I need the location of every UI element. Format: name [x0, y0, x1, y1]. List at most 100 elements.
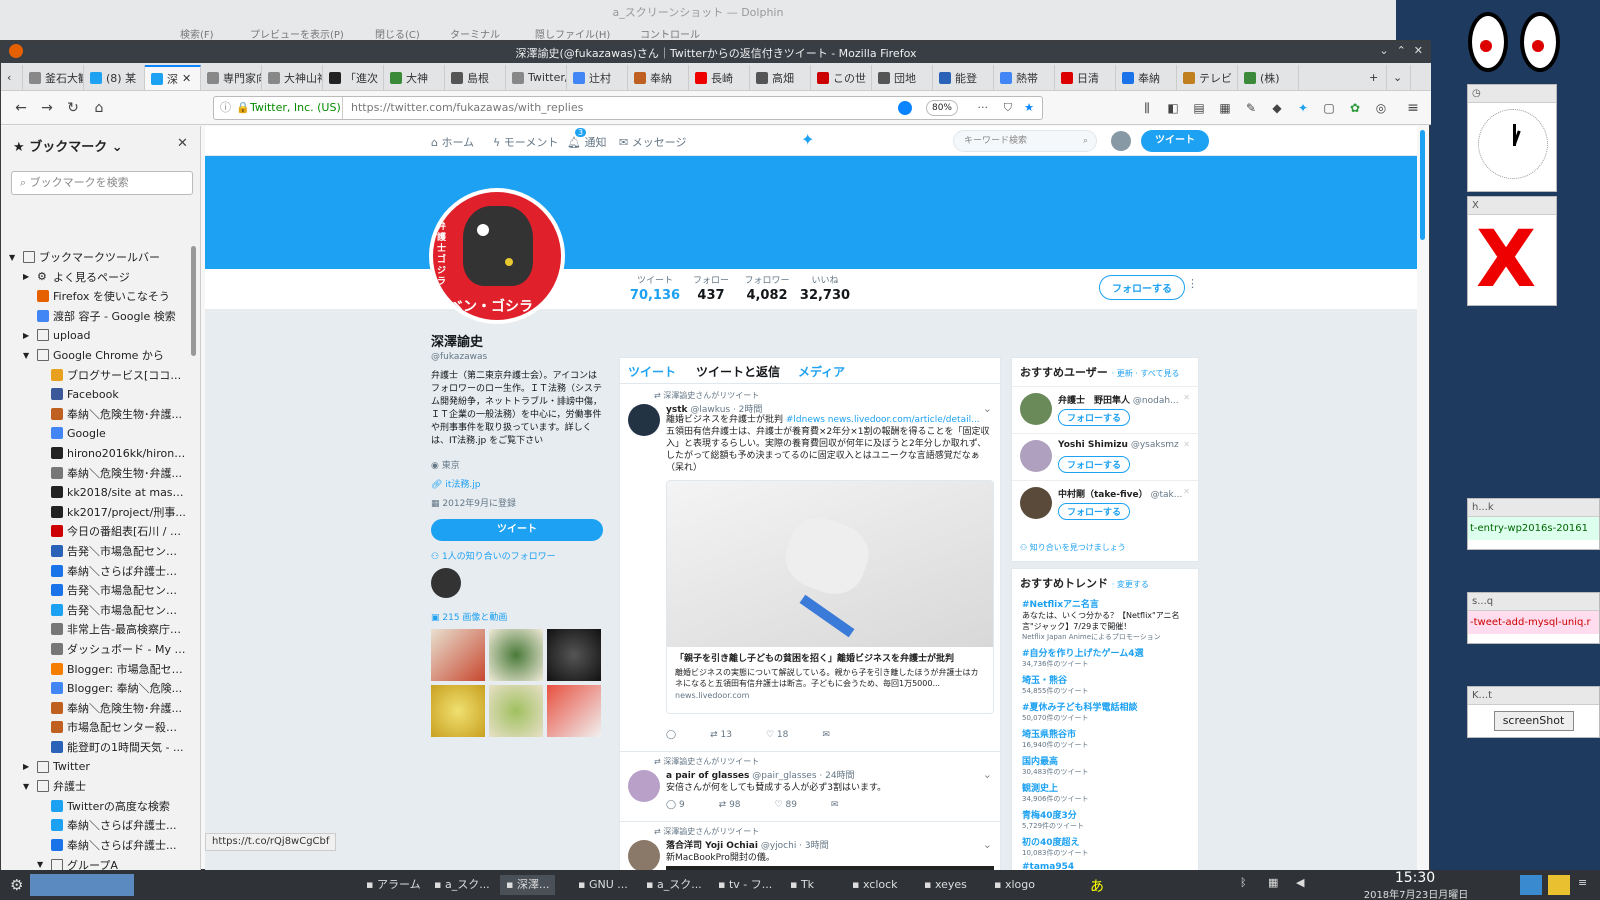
kde-menu-icon[interactable]: ⚙	[4, 875, 29, 895]
twisty-closed-icon[interactable]: ▶	[23, 762, 33, 771]
tweet-link[interactable]: #ldnews news.livedoor.com/article/detail…	[786, 415, 980, 425]
tab-media[interactable]: メディア	[798, 363, 845, 380]
profile-stat[interactable]: フォロワー 4,082	[739, 273, 795, 303]
browser-tab[interactable]: 奉納	[1116, 65, 1177, 90]
taskbar-task[interactable]: ▪ xeyes	[918, 875, 973, 895]
browser-tab[interactable]: 島根	[445, 65, 506, 90]
dolphin-toolbar-control[interactable]: コントロール	[640, 26, 700, 41]
tab-scroll-left-icon[interactable]: ‹	[1, 65, 23, 90]
suggested-user-avatar[interactable]	[1020, 393, 1052, 425]
profile-name[interactable]: 深澤諭史	[431, 331, 603, 350]
reply-icon[interactable]: ◯	[666, 730, 676, 740]
browser-tab[interactable]: 釜石大観	[23, 65, 84, 90]
suggested-user-name[interactable]: Yoshi Shimizu	[1058, 440, 1128, 450]
retweet-icon[interactable]: ⇄ 98	[719, 800, 741, 810]
bookmark-item[interactable]: 奉納＼危険生物･弁護...	[37, 699, 187, 717]
browser-tab[interactable]: 大神	[384, 65, 445, 90]
follow-profile-button[interactable]: フォローする	[1099, 275, 1185, 300]
bookmark-item[interactable]: Facebook	[37, 385, 187, 403]
bookmark-item[interactable]: 奉納＼さらば弁護士鉄...	[37, 562, 187, 580]
bookmark-item[interactable]: 奉納＼危険生物･弁護...	[37, 405, 187, 423]
twitter-search-icon[interactable]: ⌕	[1083, 131, 1088, 151]
link-card[interactable]: 「親子を引き離し子どもの貧困を招く」離婚ビジネスを弁護士が批判 離婚ビジネスの実…	[666, 480, 994, 714]
find-friends-text[interactable]: 知り合いを見つけましょう	[1030, 543, 1126, 552]
bookmark-item[interactable]: 非常上告-最高検察庁御...	[37, 620, 187, 638]
bookmark-folder[interactable]: ▶ Twitter	[23, 758, 187, 776]
trend-item[interactable]: #Netflixアニ名言 あなたは、いくつ分かる？【Netflix"アニ名言"ジャ…	[1022, 597, 1188, 642]
taskbar-task[interactable]: ▪ アラーム	[360, 875, 427, 895]
pocket-icon[interactable]: ⛉	[1004, 97, 1012, 119]
tweet[interactable]: ⇄ 深澤諭史さんがリツイート ystk @lawkus · 2時間 ⌄ 離婚ビジ…	[620, 384, 1000, 752]
tweet[interactable]: ⇄ 深澤諭史さんがリツイート a pair of glasses @pair_g…	[620, 752, 1000, 822]
browser-tab[interactable]: 深 ✕	[145, 65, 201, 90]
dm-icon[interactable]: ✉	[831, 800, 839, 810]
tracking-toggle-icon[interactable]	[898, 101, 912, 115]
close-window-icon[interactable]: ✕	[1414, 44, 1423, 57]
tweet-avatar[interactable]	[628, 770, 660, 802]
xclock-titlebar[interactable]: ◷	[1468, 85, 1556, 103]
taskbar-menu-icon[interactable]: ≡	[1578, 876, 1587, 889]
trend-name[interactable]: #夏休み子ども科学電話相談	[1022, 700, 1188, 713]
pen-icon[interactable]: ✎	[1241, 98, 1261, 118]
forward-icon[interactable]: →	[37, 98, 57, 118]
network-icon[interactable]: ▦	[1268, 876, 1278, 889]
trend-item[interactable]: #自分を作り上げたゲーム4選 34,736件のツイート	[1022, 646, 1188, 669]
trend-name[interactable]: #Netflixアニ名言	[1022, 597, 1188, 610]
tweet-avatar[interactable]	[628, 404, 660, 436]
taskbar-task[interactable]: ▪ 深澤...	[500, 875, 556, 895]
trend-item[interactable]: #夏休み子ども科学電話相談 50,070件のツイート	[1022, 700, 1188, 723]
bookmark-item[interactable]: ▶ ⚙ よく見るページ	[23, 268, 187, 286]
twitter-addon-icon[interactable]: ✦	[1293, 98, 1313, 118]
reply-icon[interactable]: ◯ 9	[666, 800, 685, 810]
mutual-text[interactable]: 1人の知り合いのフォロワー	[442, 552, 556, 562]
profile-stat[interactable]: フォロー 437	[683, 273, 739, 303]
bookmark-item[interactable]: kk2018/site at maste...	[37, 483, 187, 501]
close-tab-icon[interactable]: ✕	[182, 72, 191, 85]
twisty-open-icon[interactable]: ▼	[37, 860, 47, 869]
nav-notifications[interactable]: 🔔︎ 通知	[567, 134, 606, 150]
trend-item[interactable]: 国内最高 30,483件のツイート	[1022, 754, 1188, 777]
follow-button[interactable]: フォローする	[1058, 409, 1131, 426]
browser-tab[interactable]: (株)	[1238, 65, 1299, 90]
profile-avatar[interactable]: 弁護士ゴジラ ベン・ゴシラ	[429, 188, 565, 324]
evernote-icon[interactable]: ◆	[1267, 98, 1287, 118]
tab-tweets[interactable]: ツイート	[628, 363, 676, 380]
bookmark-item[interactable]: Blogger: 奉納＼危険...	[37, 679, 187, 697]
nav-moments[interactable]: ϟ モーメント	[493, 134, 558, 150]
trend-name[interactable]: 埼玉県熊谷市	[1022, 727, 1188, 740]
tweet-avatar[interactable]	[628, 840, 660, 871]
twisty-open-icon[interactable]: ▼	[23, 782, 33, 791]
tweet-menu-icon[interactable]: ⌄	[983, 768, 992, 781]
close-sidebar-icon[interactable]: ✕	[177, 136, 188, 151]
pager[interactable]	[30, 874, 134, 896]
browser-tab[interactable]: (8) 某	[84, 65, 145, 90]
tweet[interactable]: ⇄ 深澤諭史さんがリツイート 落合洋司 Yoji Ochiai @yjochi …	[620, 822, 1000, 871]
maximize-icon[interactable]: ⌃	[1397, 44, 1406, 57]
dm-icon[interactable]: ✉	[822, 730, 830, 740]
dolphin-toolbar-hidden[interactable]: 隠しファイル(H)	[535, 26, 610, 41]
media-thumb[interactable]	[489, 629, 543, 681]
bookmark-item[interactable]: 奉納＼さらば弁護士...	[37, 816, 187, 834]
mutual-follower-avatar[interactable]	[431, 568, 461, 598]
media-thumb[interactable]	[547, 685, 601, 737]
browser-tab[interactable]: 「進次	[323, 65, 384, 90]
suggested-user-avatar[interactable]	[1020, 487, 1052, 519]
info-icon[interactable]: ⓘ	[220, 97, 231, 119]
twitter-search-input[interactable]: キーワード検索 ⌕	[953, 130, 1097, 152]
screenshot-button[interactable]: screenShot	[1493, 711, 1574, 731]
tweet-menu-icon[interactable]: ⌄	[983, 838, 992, 851]
trend-name[interactable]: 観測史上	[1022, 781, 1188, 794]
trend-item[interactable]: 埼玉県熊谷市 16,940件のツイート	[1022, 727, 1188, 750]
green-addon-icon[interactable]: ✿	[1345, 98, 1365, 118]
bookmark-item[interactable]: Blogger: 市場急配セン...	[37, 660, 187, 678]
bookmark-folder[interactable]: ▶ upload	[23, 326, 187, 344]
dolphin-toolbar-search[interactable]: 検索(F)	[180, 26, 214, 41]
new-tab-icon[interactable]: +	[1363, 65, 1387, 90]
volume-icon[interactable]: ◀	[1296, 876, 1304, 889]
bookmark-item[interactable]: ダッシュボード - My Pro...	[37, 640, 187, 658]
bookmark-item[interactable]: ブログサービス[ココロ...	[37, 366, 187, 384]
browser-tab[interactable]: 奉納	[628, 65, 689, 90]
twisty-closed-icon[interactable]: ▶	[23, 331, 33, 340]
twisty-open-icon[interactable]: ▼	[23, 351, 33, 360]
ime-icon[interactable]: あ	[1090, 876, 1104, 896]
